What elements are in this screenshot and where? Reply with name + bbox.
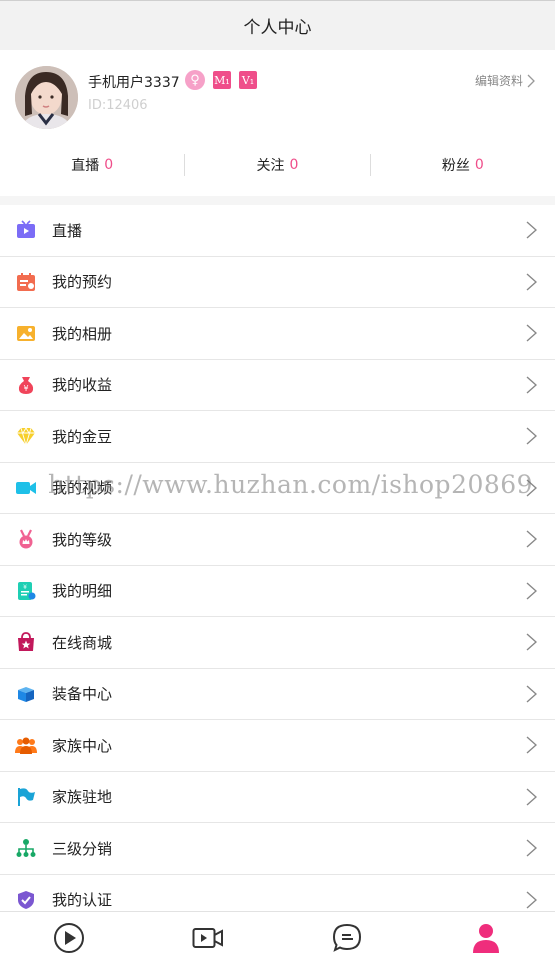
menu-item-equipment[interactable]: 装备中心 (0, 669, 555, 720)
tab-messages[interactable] (278, 912, 417, 964)
stat-value: 0 (289, 157, 299, 173)
menu-item-details[interactable]: ¥ 我的明细 (0, 566, 555, 617)
live-tv-icon (15, 219, 37, 241)
tab-video[interactable] (139, 912, 278, 964)
level-badge-v: V₁ (239, 71, 257, 89)
flag-icon (15, 786, 37, 808)
menu-item-label: 我的收益 (52, 376, 113, 395)
watermark: https://www.huzhan.com/ishop20869 (48, 470, 534, 499)
edit-profile-label: 编辑资料 (474, 74, 523, 88)
menu-item-appointments[interactable]: 我的预约 (0, 257, 555, 308)
photo-icon (15, 322, 37, 344)
chevron-right-icon (526, 376, 537, 394)
box-icon (15, 683, 37, 705)
menu-item-earnings[interactable]: ¥ 我的收益 (0, 360, 555, 411)
svg-text:¥: ¥ (23, 584, 27, 591)
chevron-right-icon (526, 273, 537, 291)
menu-item-label: 家族驻地 (52, 788, 113, 807)
avatar[interactable] (15, 66, 78, 129)
menu-item-gold-beans[interactable]: 我的金豆 (0, 411, 555, 463)
bottom-tab-bar (0, 911, 555, 964)
profile-card: 手机用户3337 ♀ M₁ V₁ ID:12406 编辑资料 直播 0 关注 0… (0, 50, 555, 196)
menu-item-distribution[interactable]: 三级分销 (0, 823, 555, 875)
hierarchy-icon (15, 837, 37, 859)
stat-following[interactable]: 关注 0 (185, 150, 369, 180)
svg-text:¥: ¥ (23, 384, 28, 393)
chevron-right-icon (526, 891, 537, 909)
stat-live[interactable]: 直播 0 (0, 150, 184, 180)
money-bag-icon: ¥ (15, 374, 37, 396)
tab-profile[interactable] (416, 912, 555, 964)
edit-profile-link[interactable]: 编辑资料 (475, 72, 535, 89)
menu-item-label: 我的等级 (52, 530, 113, 549)
menu-item-shop[interactable]: 在线商城 (0, 617, 555, 669)
menu-item-label: 我的预约 (52, 273, 113, 292)
stat-fans[interactable]: 粉丝 0 (371, 150, 555, 180)
chevron-right-icon (526, 324, 537, 342)
video-camera-icon (15, 477, 37, 499)
medal-icon (15, 528, 37, 550)
user-id: ID:12406 (88, 98, 148, 113)
menu-item-label: 我的认证 (52, 891, 113, 910)
username: 手机用户3337 (88, 75, 180, 91)
menu-item-label: 在线商城 (52, 633, 113, 652)
chevron-right-icon (526, 582, 537, 600)
menu-item-label: 三级分销 (52, 839, 113, 858)
menu-item-album[interactable]: 我的相册 (0, 308, 555, 360)
chevron-right-icon (526, 633, 537, 651)
menu-item-label: 我的明细 (52, 582, 113, 601)
stats-bar: 直播 0 关注 0 粉丝 0 (0, 150, 555, 180)
video-camera-icon (192, 928, 224, 948)
stat-label: 直播 (71, 158, 100, 174)
menu-item-live[interactable]: 直播 (0, 205, 555, 257)
chat-bubble-icon (332, 923, 361, 952)
chevron-right-icon (526, 530, 537, 548)
family-icon (15, 734, 37, 756)
page-title: 个人中心 (243, 18, 312, 38)
shield-check-icon (15, 889, 37, 911)
menu-item-label: 我的相册 (52, 324, 113, 343)
user-icon (472, 924, 499, 953)
menu-list: 直播 我的预约 我的相册 ¥ 我的收益 我的金豆 我的视频 我的等级 ¥ 我的明… (0, 205, 555, 926)
menu-item-label: 我的金豆 (52, 427, 113, 446)
menu-item-family-base[interactable]: 家族驻地 (0, 772, 555, 823)
level-badge-m: M₁ (213, 71, 231, 89)
chevron-right-icon (527, 74, 535, 87)
chevron-right-icon (526, 736, 537, 754)
menu-item-label: 直播 (52, 221, 83, 240)
calendar-icon (15, 271, 37, 293)
badge-group: ♀ M₁ V₁ (185, 70, 257, 90)
menu-item-label: 家族中心 (52, 736, 113, 755)
stat-label: 关注 (256, 158, 285, 174)
stat-value: 0 (474, 157, 484, 173)
chevron-right-icon (526, 427, 537, 445)
chevron-right-icon (526, 221, 537, 239)
chevron-right-icon (526, 788, 537, 806)
chevron-right-icon (526, 839, 537, 857)
receipt-icon: ¥ (15, 580, 37, 602)
tab-live[interactable] (0, 912, 139, 964)
menu-item-level[interactable]: 我的等级 (0, 514, 555, 566)
diamond-icon (15, 425, 37, 447)
stat-value: 0 (104, 157, 114, 173)
menu-item-family[interactable]: 家族中心 (0, 720, 555, 772)
gender-badge: ♀ (185, 70, 205, 90)
menu-item-label: 装备中心 (52, 685, 113, 704)
chevron-right-icon (526, 685, 537, 703)
stat-label: 粉丝 (441, 158, 470, 174)
play-circle-icon (54, 923, 85, 953)
shop-bag-icon (15, 631, 37, 653)
title-bar: 个人中心 (0, 0, 555, 50)
